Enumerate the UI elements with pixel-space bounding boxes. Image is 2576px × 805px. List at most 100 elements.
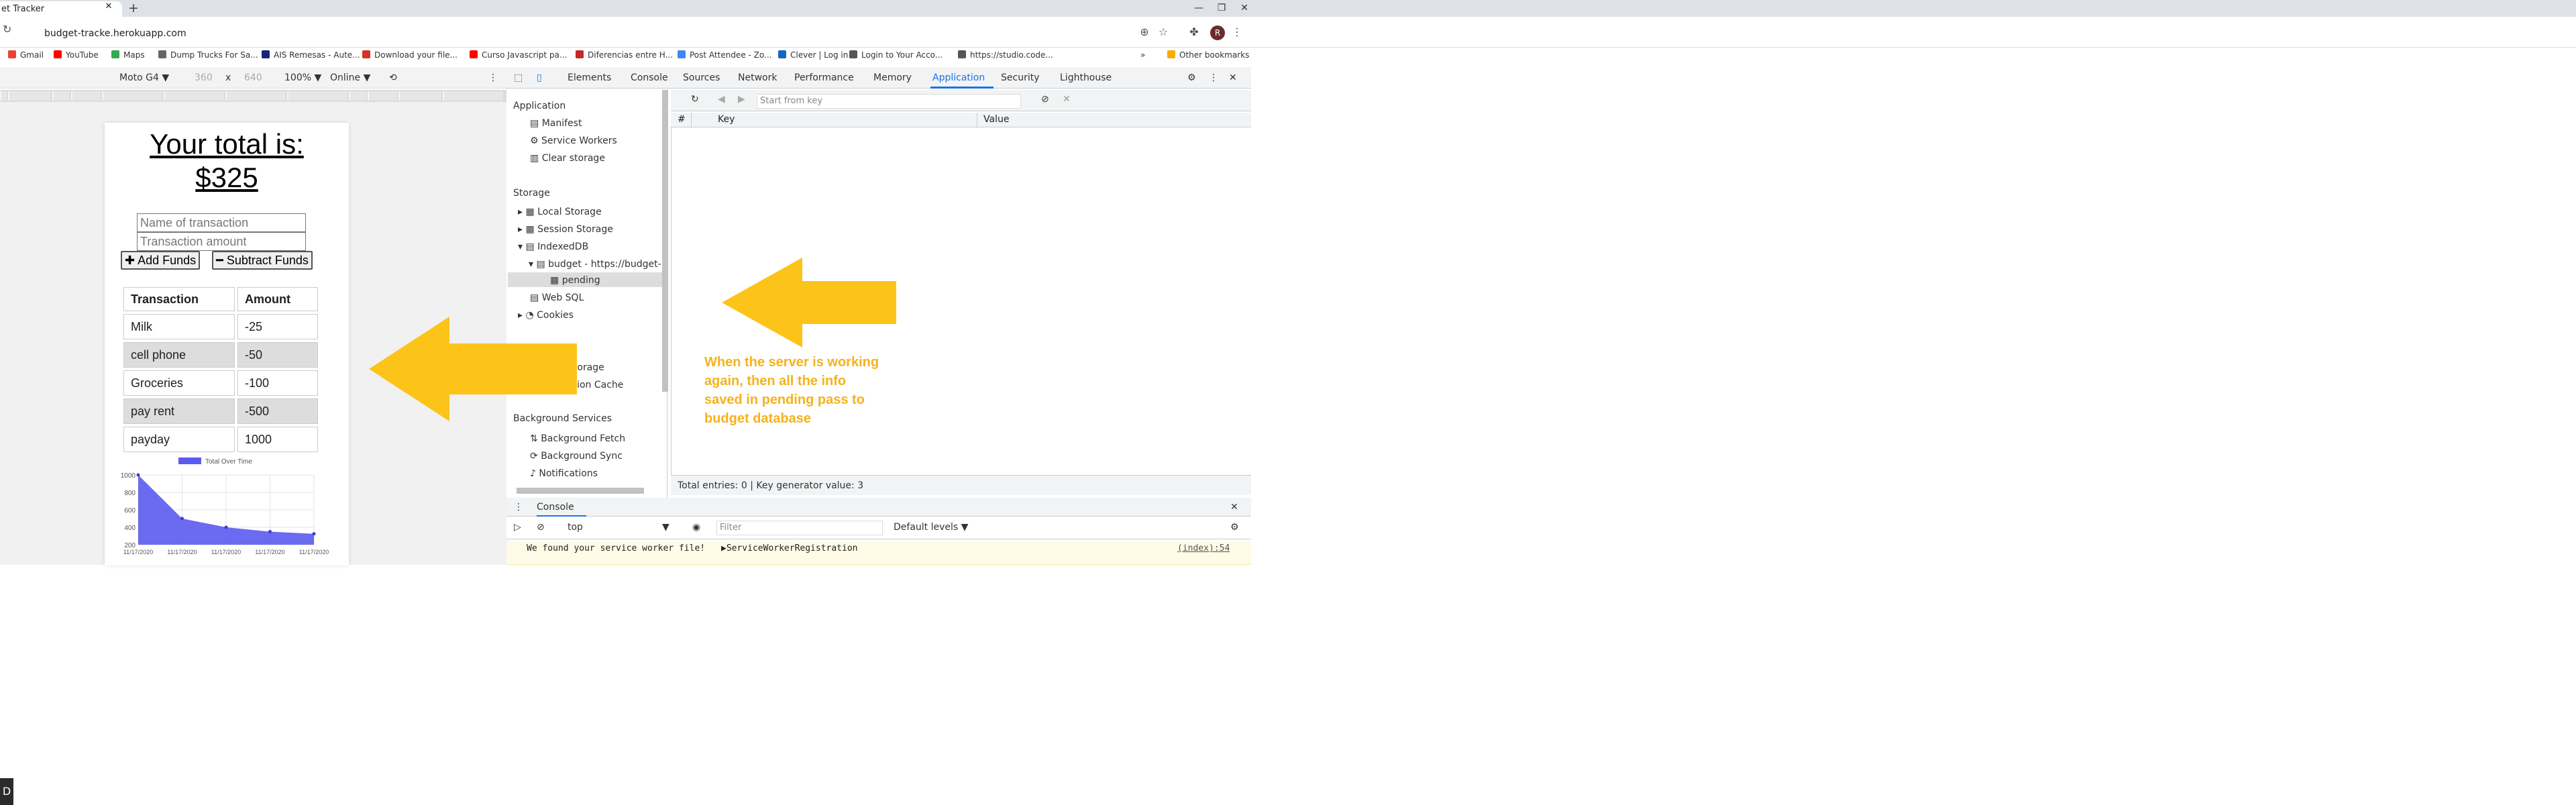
sidebar-item-background-fetch[interactable]: ⇅ Background Fetch — [530, 433, 625, 444]
inspect-element-icon[interactable]: ⬚ — [514, 72, 523, 83]
refresh-icon[interactable]: ↻ — [691, 94, 699, 105]
sidebar-item-background-sync[interactable]: ⟳ Background Sync — [530, 451, 623, 462]
zoom-select[interactable]: 100% ▼ — [284, 72, 321, 83]
bookmark-item[interactable]: Curso Javascript pa... — [470, 49, 567, 61]
sidebar-horizontal-scrollbar[interactable] — [517, 488, 644, 494]
bookmark-item[interactable]: Gmail — [8, 49, 44, 61]
maximize-button[interactable]: ❐ — [1210, 0, 1233, 17]
bookmark-item[interactable]: Maps — [111, 49, 145, 61]
sidebar-item-local-storage[interactable]: ▸ ▦ Local Storage — [518, 207, 602, 217]
device-select[interactable]: Moto G4 ▼ — [119, 72, 169, 83]
bookmark-item[interactable]: Download your file... — [362, 49, 458, 61]
delete-selected-icon[interactable]: ✕ — [1063, 94, 1071, 105]
context-select[interactable]: top ▼ — [568, 522, 669, 533]
y-tick-label: 1000 — [121, 472, 136, 480]
devtools-tab-lighthouse[interactable]: Lighthouse — [1060, 72, 1112, 83]
console-drawer-tab[interactable]: Console — [537, 502, 574, 513]
bookmark-item[interactable]: YouTube — [54, 49, 99, 61]
console-filter-input[interactable]: Filter — [716, 521, 883, 535]
next-page-icon[interactable]: ▶ — [738, 94, 745, 105]
bookmark-item[interactable]: Login to Your Acco... — [849, 49, 943, 61]
sidebar-item-clear-storage[interactable]: ▥ Clear storage — [530, 153, 605, 164]
table-row: payday 1000 — [123, 427, 318, 452]
sidebar-item-budget-db[interactable]: ▾ ▤ budget - https://budget- — [529, 259, 661, 270]
table-row: Groceries -100 — [123, 370, 318, 396]
devtools-tab-sources[interactable]: Sources — [683, 72, 720, 83]
devtools-tab-application[interactable]: Application — [932, 72, 985, 83]
table-row: cell phone -50 — [123, 342, 318, 368]
rotate-icon[interactable]: ⟲ — [389, 72, 397, 83]
legend-swatch — [178, 458, 201, 464]
device-width-input[interactable]: 360 — [195, 72, 213, 83]
transaction-amount-input[interactable]: Transaction amount — [137, 232, 306, 251]
active-tab-indicator — [930, 87, 994, 89]
database-icon: ▤ — [530, 292, 542, 303]
other-bookmarks[interactable]: Other bookmarks — [1167, 49, 1249, 61]
sidebar-item-service-workers[interactable]: ⚙ Service Workers — [530, 136, 617, 146]
bookmark-label: Dump Trucks For Sa... — [170, 50, 258, 60]
grid-icon: ▦ — [525, 224, 538, 235]
network-throttle-select[interactable]: Online ▼ — [330, 72, 370, 83]
sidebar-scrollbar[interactable] — [662, 90, 668, 392]
sidebar-item-notifications[interactable]: ♪ Notifications — [530, 468, 598, 479]
url-field[interactable]: budget-tracke.herokuapp.com — [44, 28, 186, 39]
console-settings-gear-icon[interactable]: ⚙ — [1230, 522, 1239, 533]
previous-page-icon[interactable]: ◀ — [718, 94, 725, 105]
live-expression-eye-icon[interactable]: ◉ — [692, 522, 700, 533]
extensions-icon[interactable]: ✤ — [1187, 25, 1201, 39]
bookmark-label: Gmail — [20, 50, 44, 60]
bookmark-favicon-icon — [54, 50, 62, 58]
sidebar-item-session-storage[interactable]: ▸ ▦ Session Storage — [518, 224, 613, 235]
sidebar-item-web-sql[interactable]: ▤ Web SQL — [530, 292, 584, 303]
bookmark-favicon-icon — [8, 50, 16, 58]
devtools-tab-performance[interactable]: Performance — [794, 72, 854, 83]
transaction-amount: -50 — [237, 342, 318, 368]
sidebar-item-manifest[interactable]: ▤ Manifest — [530, 118, 582, 129]
bookmark-item[interactable]: Dump Trucks For Sa... — [158, 49, 258, 61]
reload-icon[interactable]: ↻ — [3, 23, 11, 36]
folder-icon — [1167, 50, 1175, 58]
devtools-tab-network[interactable]: Network — [738, 72, 777, 83]
bookmark-item[interactable]: https://studio.code... — [958, 49, 1053, 61]
devtools-close-icon[interactable]: ✕ — [1229, 72, 1237, 83]
subtract-funds-button[interactable]: ━ Subtract Funds — [212, 251, 313, 270]
menu-kebab-icon[interactable]: ⋮ — [1230, 25, 1244, 39]
install-icon[interactable]: ⊕ — [1138, 25, 1151, 39]
log-source-link[interactable]: (index):54 — [1177, 543, 1230, 553]
transaction-name-input[interactable]: Name of transaction — [137, 213, 306, 232]
bookmark-item[interactable]: Post Attendee - Zo... — [678, 49, 771, 61]
device-toggle-icon[interactable]: ▯ — [537, 72, 542, 83]
drawer-menu-icon[interactable]: ⋮ — [514, 502, 523, 513]
start-from-key-input[interactable]: Start from key — [757, 94, 1021, 109]
bookmark-item[interactable]: Diferencias entre H... — [576, 49, 673, 61]
clear-object-store-icon[interactable]: ⊘ — [1041, 94, 1049, 105]
log-object[interactable]: ▶ServiceWorkerRegistration — [721, 543, 858, 553]
devtools-tab-console[interactable]: Console — [631, 72, 668, 83]
other-bookmarks-label: Other bookmarks — [1179, 50, 1250, 60]
clear-console-icon[interactable]: ⊘ — [537, 522, 545, 533]
minimize-button[interactable]: — — [1187, 0, 1210, 17]
show-sidebar-icon[interactable]: ▷ — [514, 522, 521, 533]
window-close-button[interactable]: ✕ — [1233, 0, 1256, 17]
devtools-menu-icon[interactable]: ⋮ — [1209, 72, 1218, 83]
device-menu-icon[interactable]: ⋮ — [488, 72, 498, 83]
drawer-close-icon[interactable]: ✕ — [1230, 502, 1238, 513]
new-tab-button[interactable]: + — [126, 0, 141, 17]
devtools-tab-elements[interactable]: Elements — [568, 72, 611, 83]
device-height-input[interactable]: 640 — [244, 72, 262, 83]
more-bookmarks-button[interactable]: » — [1140, 49, 1145, 61]
total-heading: Your total is: $325 — [105, 127, 349, 195]
log-levels-select[interactable]: Default levels ▼ — [894, 522, 968, 533]
bookmark-label: Diferencias entre H... — [588, 50, 674, 60]
profile-avatar[interactable]: R — [1210, 25, 1225, 40]
sidebar-item-indexeddb[interactable]: ▾ ▤ IndexedDB — [518, 241, 588, 252]
tab-close-icon[interactable]: ✕ — [102, 1, 115, 11]
add-funds-button[interactable]: ✚ Add Funds — [121, 251, 201, 270]
sidebar-item-pending[interactable]: ▦ pending — [550, 275, 600, 286]
devtools-tab-memory[interactable]: Memory — [873, 72, 912, 83]
bookmark-item[interactable]: AIS Remesas - Aute... — [262, 49, 360, 61]
bookmark-item[interactable]: Clever | Log in — [778, 49, 848, 61]
devtools-tab-security[interactable]: Security — [1001, 72, 1040, 83]
bookmark-star-icon[interactable]: ☆ — [1157, 25, 1170, 39]
settings-gear-icon[interactable]: ⚙ — [1187, 72, 1196, 83]
